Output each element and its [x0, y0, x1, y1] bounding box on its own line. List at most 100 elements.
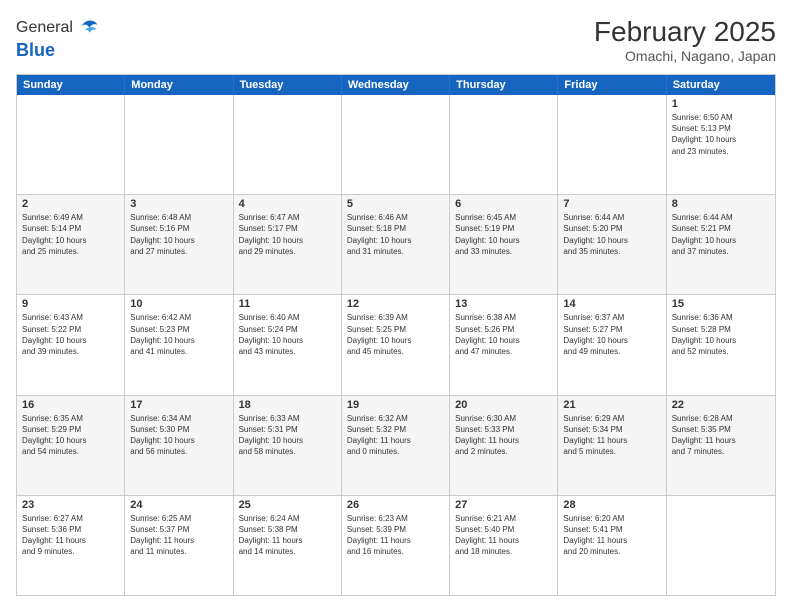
day-number: 14	[563, 298, 660, 310]
day-number: 28	[563, 499, 660, 511]
calendar-cell: 21 Sunrise: 6:29 AM Sunset: 5:34 PM Dayli…	[558, 396, 666, 495]
day-number: 18	[239, 399, 336, 411]
calendar-cell: 10 Sunrise: 6:42 AM Sunset: 5:23 PM Dayli…	[125, 295, 233, 394]
calendar-cell: 5Sunrise: 6:46 AM Sunset: 5:18 PM Daylig…	[342, 195, 450, 294]
day-info: Sunrise: 6:27 AM Sunset: 5:36 PM Dayligh…	[22, 513, 119, 558]
calendar-cell: 18Sunrise: 6:33 AM Sunset: 5:31 PM Dayli…	[234, 396, 342, 495]
calendar-cell: 1 Sunrise: 6:50 AM Sunset: 5:13 PM Daylig…	[667, 95, 775, 194]
calendar-cell	[234, 95, 342, 194]
header-sunday: Sunday	[17, 75, 125, 95]
day-info: Sunrise: 6:37 AM Sunset: 5:27 PM Dayligh…	[563, 312, 660, 357]
calendar-row-1: 1 Sunrise: 6:50 AM Sunset: 5:13 PM Daylig…	[17, 95, 775, 194]
day-info: Sunrise: 6:44 AM Sunset: 5:20 PM Dayligh…	[563, 212, 660, 257]
day-info: Sunrise: 6:25 AM Sunset: 5:37 PM Dayligh…	[130, 513, 227, 558]
logo-general-text: General	[16, 19, 73, 37]
day-number: 8	[672, 198, 770, 210]
day-number: 19	[347, 399, 444, 411]
calendar-header: Sunday Monday Tuesday Wednesday Thursday…	[17, 75, 775, 95]
day-info: Sunrise: 6:49 AM Sunset: 5:14 PM Dayligh…	[22, 212, 119, 257]
day-number: 27	[455, 499, 552, 511]
month-title: February 2025	[594, 16, 776, 48]
calendar-cell: 22 Sunrise: 6:28 AM Sunset: 5:35 PM Dayli…	[667, 396, 775, 495]
day-number: 3	[130, 198, 227, 210]
calendar-cell: 8 Sunrise: 6:44 AM Sunset: 5:21 PM Daylig…	[667, 195, 775, 294]
calendar-cell: 27 Sunrise: 6:21 AM Sunset: 5:40 PM Dayli…	[450, 496, 558, 595]
day-info: Sunrise: 6:46 AM Sunset: 5:18 PM Dayligh…	[347, 212, 444, 257]
calendar-cell: 25Sunrise: 6:24 AM Sunset: 5:38 PM Dayli…	[234, 496, 342, 595]
day-number: 15	[672, 298, 770, 310]
calendar-cell: 26 Sunrise: 6:23 AM Sunset: 5:39 PM Dayli…	[342, 496, 450, 595]
day-number: 7	[563, 198, 660, 210]
calendar-cell: 20Sunrise: 6:30 AM Sunset: 5:33 PM Dayli…	[450, 396, 558, 495]
day-info: Sunrise: 6:21 AM Sunset: 5:40 PM Dayligh…	[455, 513, 552, 558]
day-info: Sunrise: 6:20 AM Sunset: 5:41 PM Dayligh…	[563, 513, 660, 558]
day-info: Sunrise: 6:43 AM Sunset: 5:22 PM Dayligh…	[22, 312, 119, 357]
calendar: Sunday Monday Tuesday Wednesday Thursday…	[16, 74, 776, 596]
calendar-cell: 4 Sunrise: 6:47 AM Sunset: 5:17 PM Daylig…	[234, 195, 342, 294]
day-info: Sunrise: 6:24 AM Sunset: 5:38 PM Dayligh…	[239, 513, 336, 558]
day-number: 2	[22, 198, 119, 210]
calendar-cell	[558, 95, 666, 194]
calendar-cell: 3 Sunrise: 6:48 AM Sunset: 5:16 PM Daylig…	[125, 195, 233, 294]
calendar-cell: 16 Sunrise: 6:35 AM Sunset: 5:29 PM Dayli…	[17, 396, 125, 495]
day-info: Sunrise: 6:50 AM Sunset: 5:13 PM Dayligh…	[672, 112, 770, 157]
calendar-body: 1 Sunrise: 6:50 AM Sunset: 5:13 PM Daylig…	[17, 95, 775, 595]
calendar-cell: 23 Sunrise: 6:27 AM Sunset: 5:36 PM Dayli…	[17, 496, 125, 595]
day-number: 17	[130, 399, 227, 411]
day-info: Sunrise: 6:35 AM Sunset: 5:29 PM Dayligh…	[22, 413, 119, 458]
calendar-cell: 2 Sunrise: 6:49 AM Sunset: 5:14 PM Daylig…	[17, 195, 125, 294]
day-info: Sunrise: 6:28 AM Sunset: 5:35 PM Dayligh…	[672, 413, 770, 458]
calendar-row-5: 23 Sunrise: 6:27 AM Sunset: 5:36 PM Dayli…	[17, 495, 775, 595]
calendar-cell: 15 Sunrise: 6:36 AM Sunset: 5:28 PM Dayli…	[667, 295, 775, 394]
header-tuesday: Tuesday	[234, 75, 342, 95]
title-section: February 2025 Omachi, Nagano, Japan	[594, 16, 776, 64]
day-info: Sunrise: 6:36 AM Sunset: 5:28 PM Dayligh…	[672, 312, 770, 357]
calendar-row-2: 2 Sunrise: 6:49 AM Sunset: 5:14 PM Daylig…	[17, 194, 775, 294]
header-saturday: Saturday	[667, 75, 775, 95]
day-number: 23	[22, 499, 119, 511]
header-friday: Friday	[558, 75, 666, 95]
day-number: 24	[130, 499, 227, 511]
calendar-row-3: 9 Sunrise: 6:43 AM Sunset: 5:22 PM Daylig…	[17, 294, 775, 394]
header-thursday: Thursday	[450, 75, 558, 95]
location: Omachi, Nagano, Japan	[594, 48, 776, 64]
day-number: 22	[672, 399, 770, 411]
day-info: Sunrise: 6:34 AM Sunset: 5:30 PM Dayligh…	[130, 413, 227, 458]
page: General Blue February 2025 Omachi, Nagan…	[0, 0, 792, 612]
calendar-cell	[17, 95, 125, 194]
day-info: Sunrise: 6:47 AM Sunset: 5:17 PM Dayligh…	[239, 212, 336, 257]
day-info: Sunrise: 6:39 AM Sunset: 5:25 PM Dayligh…	[347, 312, 444, 357]
calendar-cell: 17 Sunrise: 6:34 AM Sunset: 5:30 PM Dayli…	[125, 396, 233, 495]
day-info: Sunrise: 6:45 AM Sunset: 5:19 PM Dayligh…	[455, 212, 552, 257]
day-info: Sunrise: 6:44 AM Sunset: 5:21 PM Dayligh…	[672, 212, 770, 257]
calendar-cell: 11Sunrise: 6:40 AM Sunset: 5:24 PM Dayli…	[234, 295, 342, 394]
day-number: 26	[347, 499, 444, 511]
calendar-cell	[667, 496, 775, 595]
day-info: Sunrise: 6:29 AM Sunset: 5:34 PM Dayligh…	[563, 413, 660, 458]
day-info: Sunrise: 6:23 AM Sunset: 5:39 PM Dayligh…	[347, 513, 444, 558]
day-number: 12	[347, 298, 444, 310]
day-number: 21	[563, 399, 660, 411]
logo: General Blue	[16, 16, 99, 61]
day-number: 16	[22, 399, 119, 411]
day-number: 11	[239, 298, 336, 310]
logo-bird-icon	[75, 16, 99, 40]
calendar-cell: 12 Sunrise: 6:39 AM Sunset: 5:25 PM Dayli…	[342, 295, 450, 394]
calendar-cell: 7 Sunrise: 6:44 AM Sunset: 5:20 PM Daylig…	[558, 195, 666, 294]
calendar-cell: 19 Sunrise: 6:32 AM Sunset: 5:32 PM Dayli…	[342, 396, 450, 495]
header-wednesday: Wednesday	[342, 75, 450, 95]
day-number: 10	[130, 298, 227, 310]
calendar-cell: 13Sunrise: 6:38 AM Sunset: 5:26 PM Dayli…	[450, 295, 558, 394]
calendar-cell: 9 Sunrise: 6:43 AM Sunset: 5:22 PM Daylig…	[17, 295, 125, 394]
calendar-cell: 28 Sunrise: 6:20 AM Sunset: 5:41 PM Dayli…	[558, 496, 666, 595]
day-info: Sunrise: 6:32 AM Sunset: 5:32 PM Dayligh…	[347, 413, 444, 458]
calendar-cell: 14 Sunrise: 6:37 AM Sunset: 5:27 PM Dayli…	[558, 295, 666, 394]
day-number: 9	[22, 298, 119, 310]
day-info: Sunrise: 6:42 AM Sunset: 5:23 PM Dayligh…	[130, 312, 227, 357]
day-info: Sunrise: 6:30 AM Sunset: 5:33 PM Dayligh…	[455, 413, 552, 458]
day-info: Sunrise: 6:38 AM Sunset: 5:26 PM Dayligh…	[455, 312, 552, 357]
day-number: 1	[672, 98, 770, 110]
day-number: 4	[239, 198, 336, 210]
calendar-cell	[125, 95, 233, 194]
day-info: Sunrise: 6:48 AM Sunset: 5:16 PM Dayligh…	[130, 212, 227, 257]
